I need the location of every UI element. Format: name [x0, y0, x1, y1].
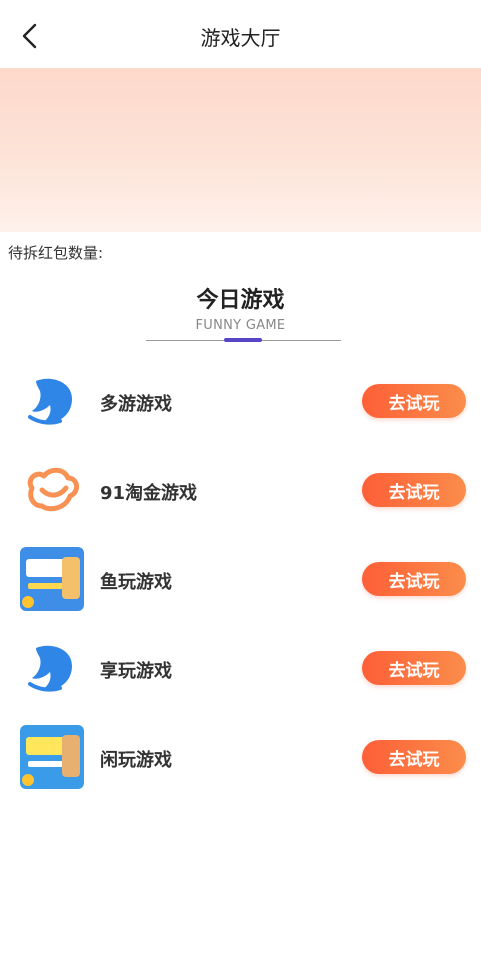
cloud-logo-icon: [20, 458, 84, 522]
game-name: 91淘金游戏: [100, 483, 198, 504]
game-row[interactable]: 多游游戏 去试玩: [0, 366, 481, 436]
page-title: 游戏大厅: [200, 26, 281, 50]
game-row[interactable]: 鱼玩游戏 去试玩: [0, 544, 481, 614]
dolphin-logo-icon: [20, 636, 84, 700]
section-title: 今日游戏: [196, 288, 285, 313]
game-name: 多游游戏: [100, 394, 172, 415]
game-name: 闲玩游戏: [100, 750, 172, 771]
game-thumbnail-icon: [20, 547, 84, 611]
section-subtitle: FUNNY GAME: [195, 318, 286, 333]
game-row[interactable]: 享玩游戏 去试玩: [0, 633, 481, 703]
game-thumbnail-icon: [20, 725, 84, 789]
try-play-button[interactable]: 去试玩: [362, 562, 466, 596]
top-bar: 游戏大厅: [0, 0, 481, 68]
section-divider-accent: [224, 338, 262, 342]
banner: [0, 68, 481, 232]
try-play-button[interactable]: 去试玩: [362, 384, 466, 418]
game-row[interactable]: 91淘金游戏 去试玩: [0, 455, 481, 525]
try-play-button[interactable]: 去试玩: [362, 473, 466, 507]
pending-redpacket-label: 待拆红包数量:: [8, 244, 104, 262]
game-name: 享玩游戏: [100, 661, 172, 682]
try-play-button[interactable]: 去试玩: [362, 651, 466, 685]
dolphin-logo-icon: [20, 369, 84, 433]
game-row[interactable]: 闲玩游戏 去试玩: [0, 722, 481, 792]
try-play-button[interactable]: 去试玩: [362, 740, 466, 774]
game-name: 鱼玩游戏: [100, 572, 172, 593]
